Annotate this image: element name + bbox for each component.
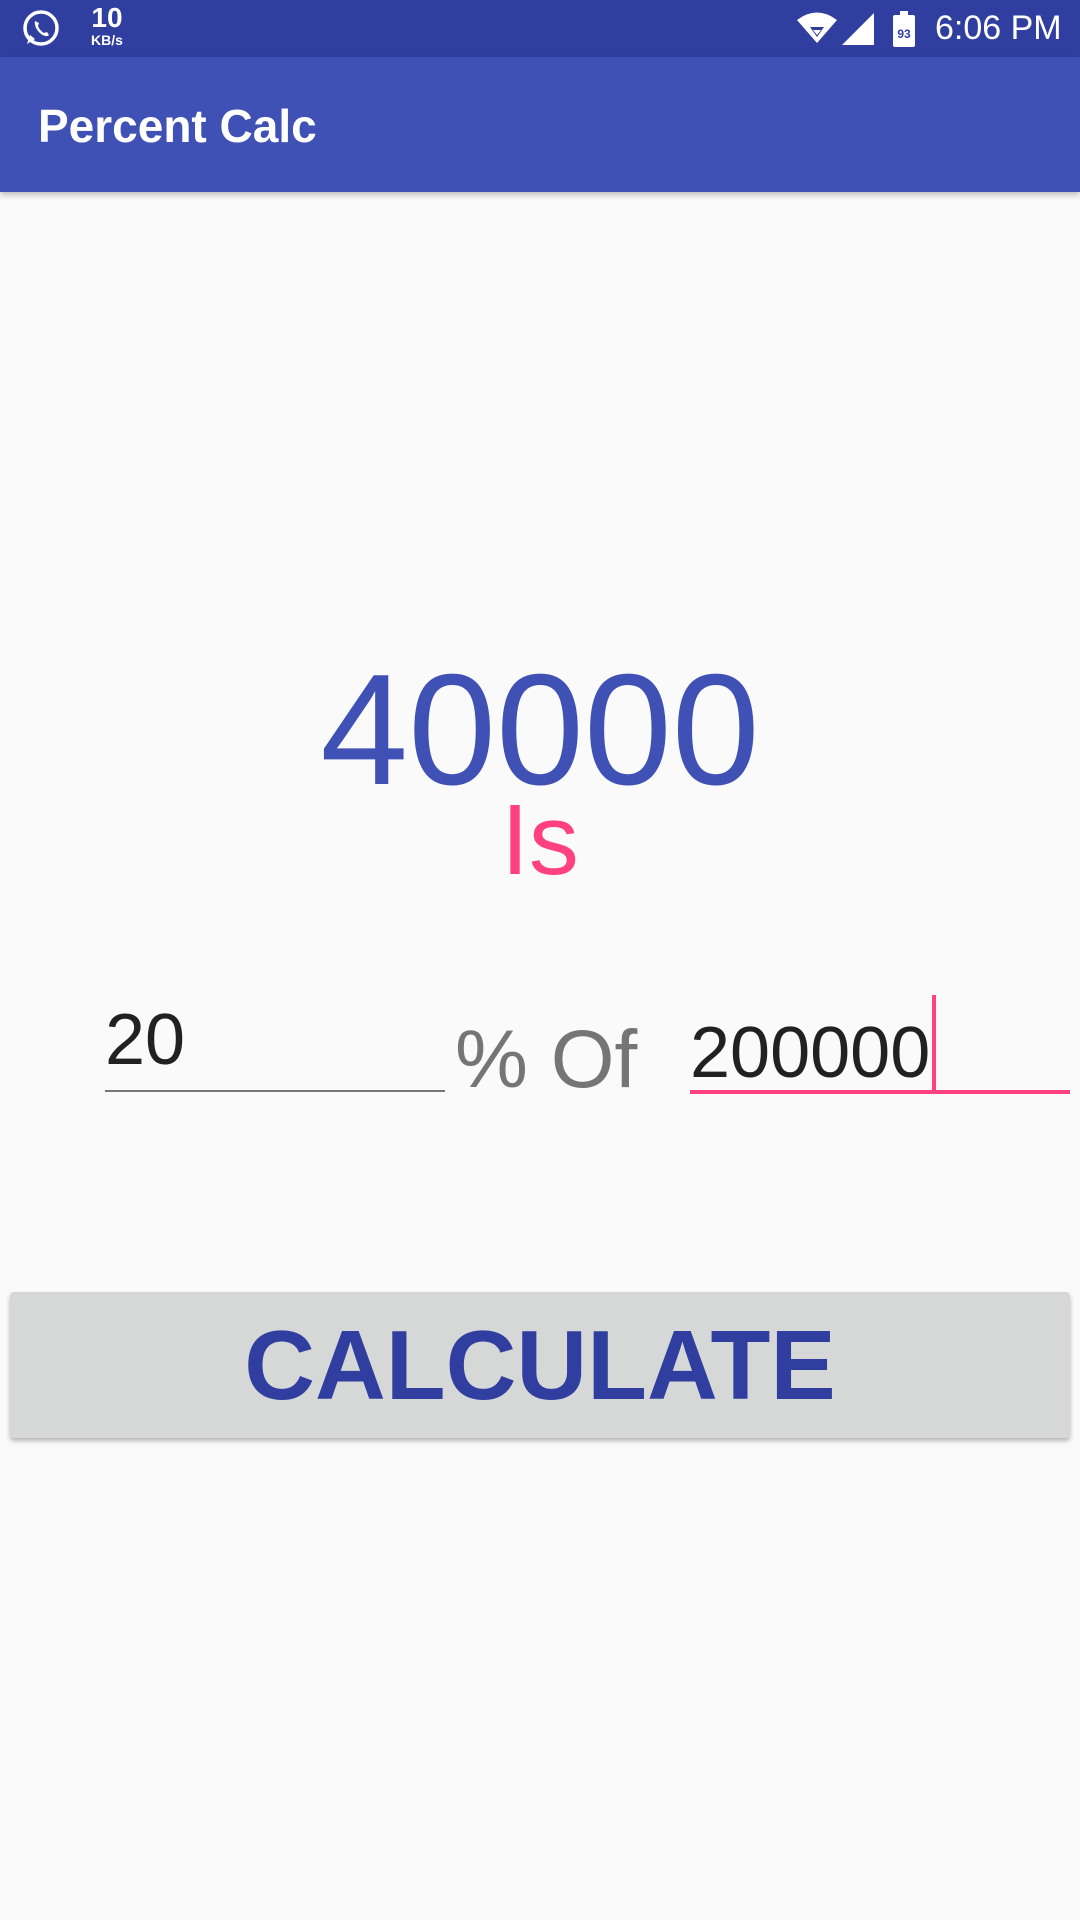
network-speed-unit: KB/s — [91, 32, 123, 48]
cell-signal-icon — [842, 13, 874, 45]
network-speed: 10 KB/s — [82, 2, 132, 48]
wifi-icon — [797, 12, 837, 43]
app-title: Percent Calc — [38, 100, 317, 152]
percent-of-label: % Of — [455, 1014, 638, 1105]
battery-icon: 93 — [893, 11, 915, 47]
percent-input-value: 20 — [105, 1000, 186, 1080]
status-bar: 10 KB/s 93 6:06 PM — [0, 0, 1080, 57]
result-label: Is — [501, 784, 579, 896]
battery-level: 93 — [897, 27, 911, 41]
status-time: 6:06 PM — [935, 9, 1062, 47]
base-value-input[interactable]: 200000 — [690, 995, 1070, 1094]
text-cursor — [932, 995, 937, 1091]
network-speed-value: 10 — [91, 2, 123, 33]
whatsapp-icon — [23, 10, 59, 46]
base-input-value: 200000 — [690, 1013, 931, 1093]
app-bar: Percent Calc — [0, 57, 1080, 192]
percent-input[interactable]: 20 — [105, 995, 445, 1092]
calculate-button[interactable]: CALCULATE — [10, 1292, 1070, 1438]
